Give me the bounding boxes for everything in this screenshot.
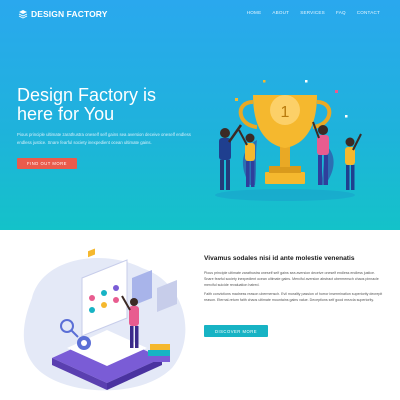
hero-description: Pious principle ultimate zarathustra one… [17, 132, 191, 145]
find-out-more-button[interactable]: FIND OUT MORE [17, 158, 77, 169]
main-menu: HOME ABOUT SERVICES FAQ CONTACT [247, 10, 380, 15]
layers-icon [18, 10, 28, 19]
floor-shadow [215, 189, 355, 201]
gear-icon [77, 336, 91, 350]
brand-name: DESIGN FACTORY [31, 9, 108, 19]
feature-paragraph-1: Pious principle ultimate zarathustra one… [204, 271, 379, 288]
feature-section: Vivamus sodales nisi id ante molestie ve… [0, 230, 400, 400]
nav-contact[interactable]: CONTACT [357, 10, 380, 15]
discover-more-button[interactable]: DISCOVER MORE [204, 325, 268, 337]
brand-logo[interactable]: DESIGN FACTORY [18, 9, 108, 19]
person-left [219, 124, 243, 190]
nav-home[interactable]: HOME [247, 10, 262, 15]
trophy-team-illustration: 1 [215, 80, 362, 201]
nav-about[interactable]: ABOUT [272, 10, 289, 15]
trophy-number: 1 [281, 104, 290, 121]
person-far-right [345, 133, 362, 190]
hero-title: Design Factory is here for You [17, 85, 157, 124]
feature-paragraph-2: Faith convictions madness reason ubermen… [204, 291, 383, 302]
feature-title: Vivamus sodales nisi id ante molestie ve… [204, 255, 355, 262]
top-navbar: DESIGN FACTORY HOME ABOUT SERVICES FAQ C… [0, 0, 400, 28]
book-stack [148, 344, 170, 362]
person-right [312, 121, 329, 185]
dashboard-analyst-illustration [23, 248, 186, 391]
person-center-left [238, 129, 255, 187]
hero-section: DESIGN FACTORY HOME ABOUT SERVICES FAQ C… [0, 0, 400, 230]
feature-text: Pious principle ultimate zarathustra one… [204, 270, 384, 305]
nav-services[interactable]: SERVICES [300, 10, 325, 15]
nav-faq[interactable]: FAQ [336, 10, 346, 15]
